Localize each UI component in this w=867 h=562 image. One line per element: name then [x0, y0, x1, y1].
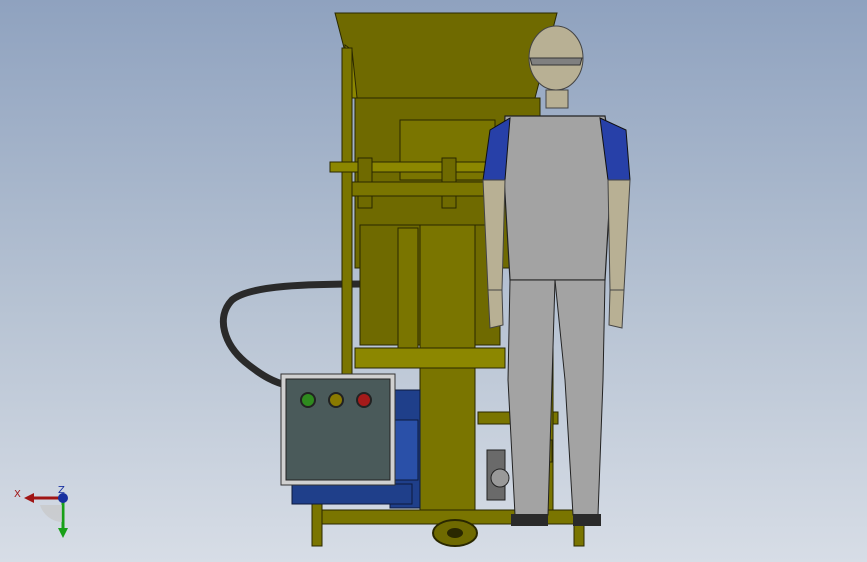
middle-panel: [397, 227, 419, 369]
triad-plane-indicator: [40, 505, 62, 522]
platform: [354, 347, 506, 369]
drive-shaft: [329, 161, 491, 173]
mannequin-neck: [545, 89, 569, 109]
motor-fins: [391, 419, 419, 481]
triad-x-label: X: [14, 489, 21, 500]
orientation-triad: X Z: [14, 485, 68, 538]
green-indicator-light[interactable]: [300, 392, 316, 408]
motor-base: [291, 483, 413, 505]
lower-bar: [351, 181, 503, 197]
cad-viewport[interactable]: X Z: [0, 0, 867, 562]
left-frame-post: [341, 47, 353, 379]
red-indicator-light[interactable]: [356, 392, 372, 408]
mannequin-left-leg: [507, 279, 556, 516]
mannequin-right-leg: [554, 279, 606, 516]
mannequin-right-hand: [608, 289, 625, 329]
triad-y-arrow-icon: [58, 528, 68, 538]
mannequin-right-arm: [607, 179, 631, 291]
mannequin-torso: [502, 115, 613, 281]
control-box: [280, 373, 396, 486]
hopper: [334, 12, 558, 99]
cad-model-scene[interactable]: X Z: [0, 0, 867, 562]
mannequin-left-hand: [487, 289, 504, 329]
wheel-hub: [447, 528, 463, 538]
mannequin-left-shoe: [511, 514, 548, 526]
central-column: [419, 224, 476, 516]
yellow-indicator-light[interactable]: [328, 392, 344, 408]
gear-icon: [490, 468, 510, 488]
mannequin-right-shoe: [573, 514, 601, 526]
mannequin-visor: [529, 57, 583, 66]
triad-x-arrow-icon: [24, 493, 34, 503]
triad-z-label: Z: [58, 485, 65, 496]
